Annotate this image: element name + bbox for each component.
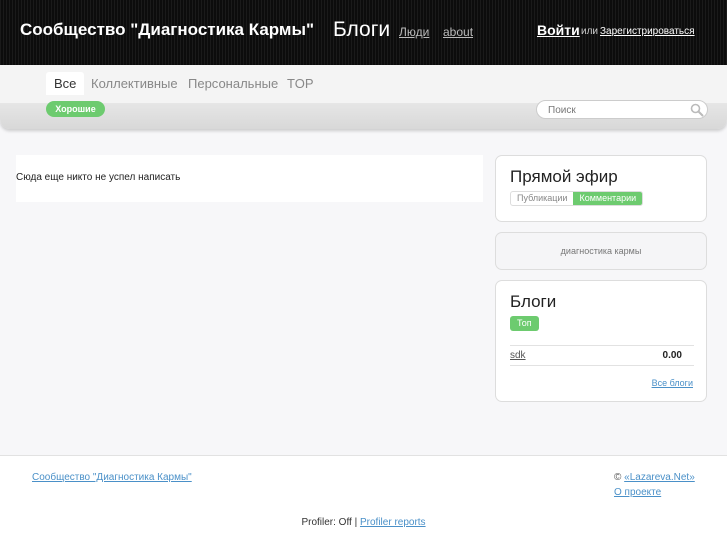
profiler-status: Profiler: Off | [301,517,358,528]
blogs-block: Блоги Топ sdk 0.00 Все блоги [495,280,707,402]
copyright-symbol: © [614,472,622,483]
blogs-top-tab[interactable]: Топ [510,316,539,331]
live-stream-title: Прямой эфир [510,167,618,186]
profiler-line: Profiler: Off | Profiler reports [0,517,727,528]
tab-collective[interactable]: Коллективные [91,76,178,91]
register-link[interactable]: Зарегистрироваться [600,26,695,37]
footer-lazareva-link[interactable]: «Lazareva.Net» [624,472,695,483]
search-box [536,100,708,119]
live-stream-tabs: Публикации Комментарии [510,191,644,206]
profiler-reports-link[interactable]: Profiler reports [360,517,426,528]
footer: Сообщество "Диагностика Кармы" © «Lazare… [0,456,727,545]
live-stream-block: Прямой эфир Публикации Комментарии [495,155,707,222]
footer-copyright: © «Lazareva.Net» [614,472,695,483]
tab-all[interactable]: Все [46,72,85,95]
blog-name-link[interactable]: sdk [510,350,526,361]
login-or-text: или [581,26,599,37]
search-input[interactable] [548,103,688,117]
nav-about-link[interactable]: about [443,25,473,39]
tag-link[interactable]: диагностика кармы [496,246,706,256]
filter-good-button[interactable]: Хорошие [46,101,105,117]
sub-navigation: Все Коллективные Персональные TOP Хороши… [0,65,727,129]
tag-cloud-block: диагностика кармы [495,232,707,270]
site-title[interactable]: Сообщество "Диагностика Кармы" [20,20,314,40]
tab-top[interactable]: TOP [287,76,314,91]
blogs-title: Блоги [510,292,557,311]
footer-about-link[interactable]: О проекте [614,487,661,498]
all-blogs-link[interactable]: Все блоги [652,378,693,388]
nav-blogs-link[interactable]: Блоги [333,18,390,42]
tab-comments[interactable]: Комментарии [573,192,643,205]
blog-row: sdk 0.00 [510,345,694,366]
nav-people-link[interactable]: Люди [399,25,429,39]
login-link[interactable]: Войти [537,22,580,38]
footer-community-link[interactable]: Сообщество "Диагностика Кармы" [32,472,192,483]
search-icon[interactable] [690,103,704,117]
blog-rating: 0.00 [662,350,682,361]
empty-message: Сюда еще никто не успел написать [16,172,181,183]
posts-list: Сюда еще никто не успел написать [16,155,483,202]
top-header: Сообщество "Диагностика Кармы" Блоги Люд… [0,0,727,65]
tab-personal[interactable]: Персональные [188,76,278,91]
tab-publications[interactable]: Публикации [511,192,573,205]
